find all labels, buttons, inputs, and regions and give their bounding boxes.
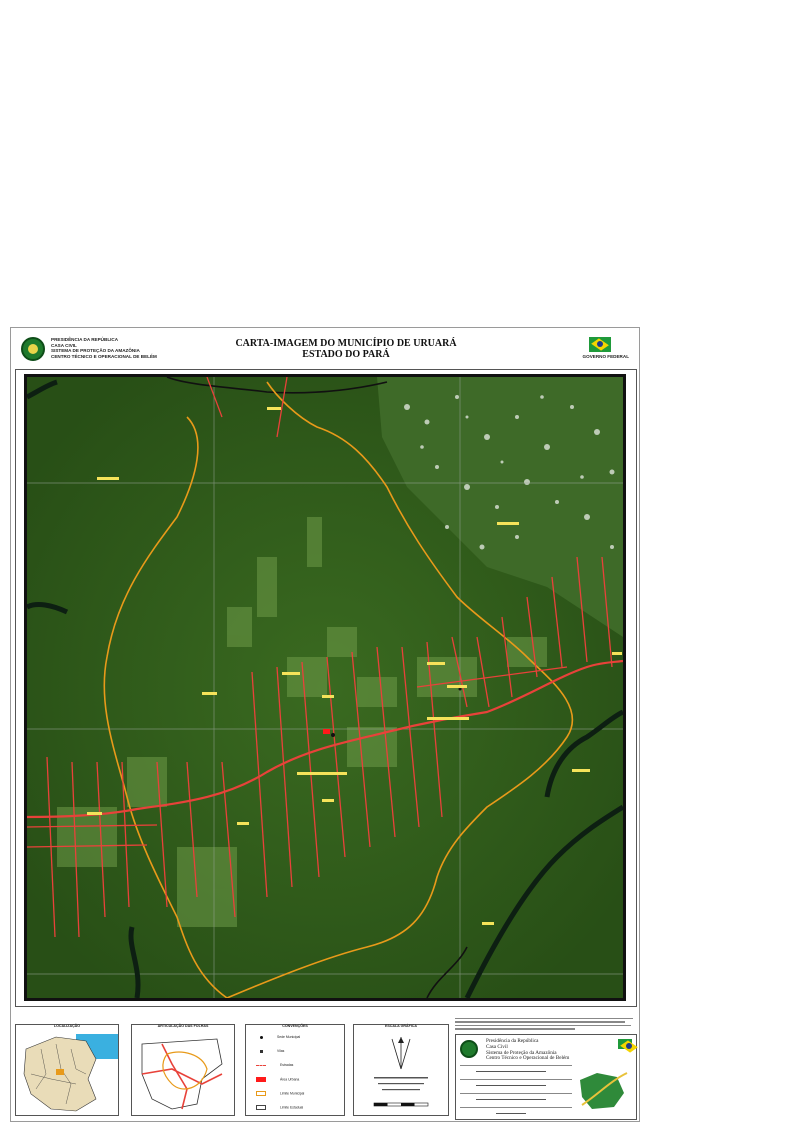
map-title-block: CARTA-IMAGEM DO MUNICÍPIO DE URUARÁ ESTA…: [201, 338, 491, 360]
location-box: LOCALIZAÇÃO: [15, 1024, 119, 1116]
legend-municipal-seat: Sede Municipal: [256, 1035, 300, 1039]
legend-label: Sede Municipal: [277, 1035, 301, 1039]
credits-box: Presidência da República Casa Civil Sist…: [455, 1034, 637, 1120]
location-title: LOCALIZAÇÃO: [53, 1024, 81, 1028]
presidency-line: Centro Técnico e Operacional de Belém: [486, 1055, 570, 1062]
map-sheet: PRESIDÊNCIA DA REPÚBLICA CASA CIVIL SIST…: [10, 327, 640, 1122]
brazil-flag-icon: [589, 337, 611, 352]
legend-state-limit: Limite Estadual: [256, 1105, 303, 1110]
brazil-flag-small-icon: [618, 1039, 632, 1049]
articulation-map: [141, 1038, 223, 1110]
legend-villages: Vilas: [256, 1049, 284, 1053]
satellite-map[interactable]: [24, 374, 626, 1001]
legend-label: Limite Municipal: [280, 1091, 305, 1096]
north-arrow-and-scale: [373, 1037, 429, 1107]
presidency-block: Presidência da República Casa Civil Sist…: [486, 1038, 570, 1062]
legend-row: LOCALIZAÇÃO ARTICULAÇÃO DAS FOLHAS CONVE…: [15, 1016, 637, 1120]
conventions-box: CONVENÇÕES Sede Municipal Vilas Estradas…: [245, 1024, 345, 1116]
para-state-logo-icon: [572, 1065, 632, 1115]
organization-block: PRESIDÊNCIA DA REPÚBLICA CASA CIVIL SIST…: [51, 337, 157, 359]
map-frame: [15, 369, 637, 1007]
legend-label: Vilas: [277, 1049, 285, 1053]
legend-label: Estradas: [280, 1063, 294, 1067]
conventions-title: CONVENÇÕES: [282, 1024, 308, 1028]
map-subtitle: ESTADO DO PARÁ: [302, 349, 390, 360]
legend-label: Limite Estadual: [280, 1105, 304, 1110]
urban-area: [323, 729, 330, 734]
map-canvas: [27, 377, 623, 998]
org-line: CENTRO TÉCNICO E OPERACIONAL DE BELÉM: [51, 353, 157, 359]
sipam-seal-small-icon: [460, 1040, 478, 1058]
scale-title: ESCALA GRÁFICA: [384, 1024, 417, 1028]
scale-box: ESCALA GRÁFICA: [353, 1024, 449, 1116]
legend-label: Área Urbana: [280, 1077, 300, 1082]
location-inset-map: [16, 1029, 118, 1115]
sheet-header: PRESIDÊNCIA DA REPÚBLICA CASA CIVIL SIST…: [11, 328, 639, 366]
legend-roads: Estradas: [256, 1063, 293, 1067]
municipal-seat-marker: [331, 733, 335, 737]
legend-urban-area: Área Urbana: [256, 1077, 299, 1082]
legend-municipal-limit: Limite Municipal: [256, 1091, 304, 1096]
government-label: GOVERNO FEDERAL: [582, 354, 629, 359]
articulation-title: ARTICULAÇÃO DAS FOLHAS: [157, 1024, 209, 1028]
map-title: CARTA-IMAGEM DO MUNICÍPIO DE URUARÁ: [235, 338, 457, 349]
credits-notes: [455, 1016, 637, 1032]
credits-block: Presidência da República Casa Civil Sist…: [455, 1016, 637, 1120]
sipam-seal-icon: [21, 337, 45, 361]
articulation-box: ARTICULAÇÃO DAS FOLHAS: [131, 1024, 235, 1116]
